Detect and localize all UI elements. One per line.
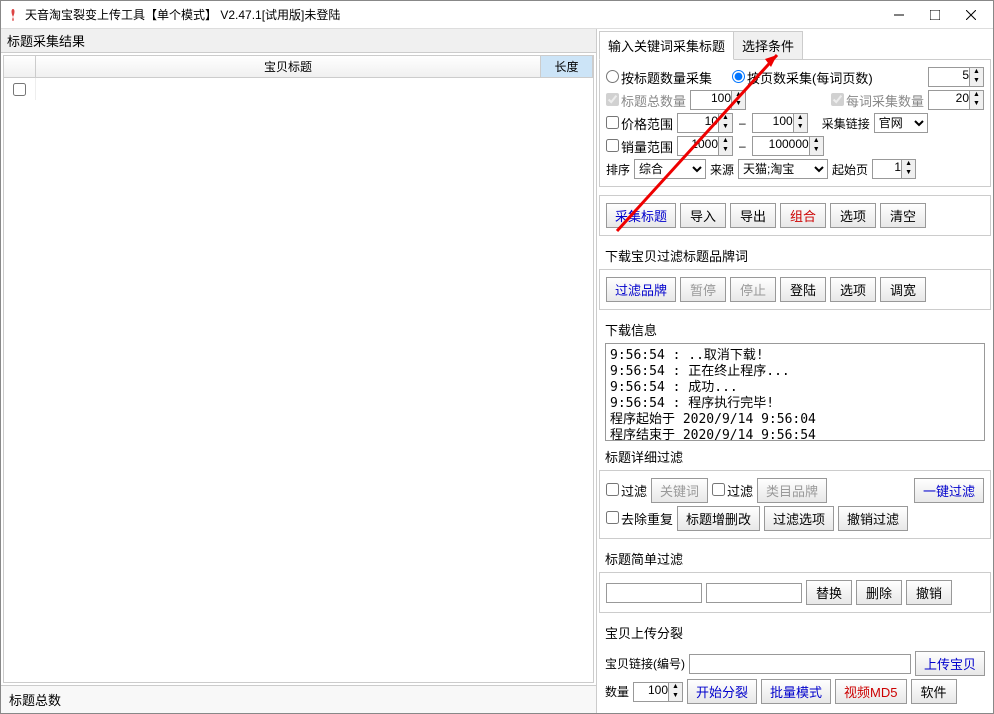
page-count-input[interactable]: 5▲▼ (928, 67, 984, 87)
left-panel-header: 标题采集结果 (1, 29, 596, 53)
collect-link-select[interactable]: 官网 (874, 113, 928, 133)
close-button[interactable] (953, 3, 989, 27)
login-button[interactable]: 登陆 (780, 277, 826, 302)
quantity-label: 数量 (605, 683, 629, 700)
radio-by-quantity-label[interactable]: 按标题数量采集 (606, 68, 712, 87)
sales-min-input[interactable]: 1000▲▼ (677, 136, 733, 156)
source-select[interactable]: 天猫;淘宝 (738, 159, 828, 179)
sort-select[interactable]: 综合 (634, 159, 706, 179)
per-word-input[interactable]: 20▲▼ (928, 90, 984, 110)
tab-keyword-collect[interactable]: 输入关键词采集标题 (599, 31, 734, 60)
download-log[interactable]: 9:56:54 : ..取消下载! 9:56:54 : 正在终止程序... 9:… (605, 343, 985, 441)
check-filter-category[interactable]: 过滤 (712, 481, 753, 500)
radio-by-page[interactable] (732, 70, 745, 83)
grid-header-length[interactable]: 长度 (541, 56, 593, 77)
left-footer: 标题总数 (1, 685, 596, 713)
pause-button[interactable]: 暂停 (680, 277, 726, 302)
start-page-label: 起始页 (832, 161, 868, 178)
simple-filter-input-1[interactable] (606, 583, 702, 603)
export-button[interactable]: 导出 (730, 203, 776, 228)
minimize-button[interactable] (881, 3, 917, 27)
keyword-button[interactable]: 关键词 (651, 478, 708, 503)
category-brand-button[interactable]: 类目品牌 (757, 478, 827, 503)
import-button[interactable]: 导入 (680, 203, 726, 228)
clear-button[interactable]: 清空 (880, 203, 926, 228)
check-filter-keyword[interactable]: 过滤 (606, 481, 647, 500)
check-price-range[interactable]: 价格范围 (606, 114, 673, 133)
item-link-input[interactable] (689, 654, 911, 674)
title-grid[interactable]: 宝贝标题 长度 (3, 55, 594, 683)
replace-button[interactable]: 替换 (806, 580, 852, 605)
filter-brand-button[interactable]: 过滤品牌 (606, 277, 676, 302)
options-button[interactable]: 选项 (830, 203, 876, 228)
stop-button[interactable]: 停止 (730, 277, 776, 302)
app-icon (5, 7, 21, 23)
detail-filter-header: 标题详细过滤 (599, 443, 991, 468)
upload-split-header: 宝贝上传分裂 (599, 619, 991, 644)
start-split-button[interactable]: 开始分裂 (687, 679, 757, 704)
check-per-word: 每词采集数量 (831, 91, 924, 110)
titlebar: 天音淘宝裂变上传工具【单个模式】 V2.47.1[试用版]未登陆 (1, 1, 993, 29)
delete-button[interactable]: 删除 (856, 580, 902, 605)
upload-item-button[interactable]: 上传宝贝 (915, 651, 985, 676)
collect-title-button[interactable]: 采集标题 (606, 203, 676, 228)
collect-link-label: 采集链接 (822, 115, 870, 132)
check-total-title: 标题总数量 (606, 91, 686, 110)
grid-header-check[interactable] (4, 56, 36, 77)
item-link-label: 宝贝链接(编号) (605, 655, 685, 672)
quantity-input[interactable]: 100▲▼ (633, 682, 683, 702)
sales-max-input[interactable]: 100000▲▼ (752, 136, 824, 156)
tab-select-condition[interactable]: 选择条件 (733, 31, 803, 60)
video-md5-button[interactable]: 视频MD5 (835, 679, 906, 704)
filter-options-button[interactable]: 选项 (830, 277, 876, 302)
widen-button[interactable]: 调宽 (880, 277, 926, 302)
price-min-input[interactable]: 10▲▼ (677, 113, 733, 133)
simple-filter-input-2[interactable] (706, 583, 802, 603)
radio-by-quantity[interactable] (606, 70, 619, 83)
sort-label: 排序 (606, 161, 630, 178)
undo-filter-button[interactable]: 撤销过滤 (838, 506, 908, 531)
check-sales-range[interactable]: 销量范围 (606, 137, 673, 156)
one-click-filter-button[interactable]: 一键过滤 (914, 478, 984, 503)
batch-mode-button[interactable]: 批量模式 (761, 679, 831, 704)
price-max-input[interactable]: 100▲▼ (752, 113, 808, 133)
table-row[interactable] (4, 78, 593, 100)
check-dedup[interactable]: 去除重复 (606, 509, 673, 528)
row-checkbox[interactable] (13, 83, 26, 96)
download-info-header: 下载信息 (599, 316, 991, 341)
radio-by-page-label[interactable]: 按页数采集(每词页数) (732, 68, 873, 87)
software-button[interactable]: 软件 (911, 679, 957, 704)
combine-button[interactable]: 组合 (780, 203, 826, 228)
undo-button[interactable]: 撤销 (906, 580, 952, 605)
filter-option-button[interactable]: 过滤选项 (764, 506, 834, 531)
filter-brand-header: 下载宝贝过滤标题品牌词 (599, 242, 991, 267)
total-title-input[interactable]: 100▲▼ (690, 90, 746, 110)
start-page-input[interactable]: 1▲▼ (872, 159, 916, 179)
window-title: 天音淘宝裂变上传工具【单个模式】 V2.47.1[试用版]未登陆 (25, 6, 881, 23)
grid-header-title[interactable]: 宝贝标题 (36, 56, 541, 77)
simple-filter-header: 标题简单过滤 (599, 545, 991, 570)
title-edit-button[interactable]: 标题增删改 (677, 506, 760, 531)
source-label: 来源 (710, 161, 734, 178)
maximize-button[interactable] (917, 3, 953, 27)
